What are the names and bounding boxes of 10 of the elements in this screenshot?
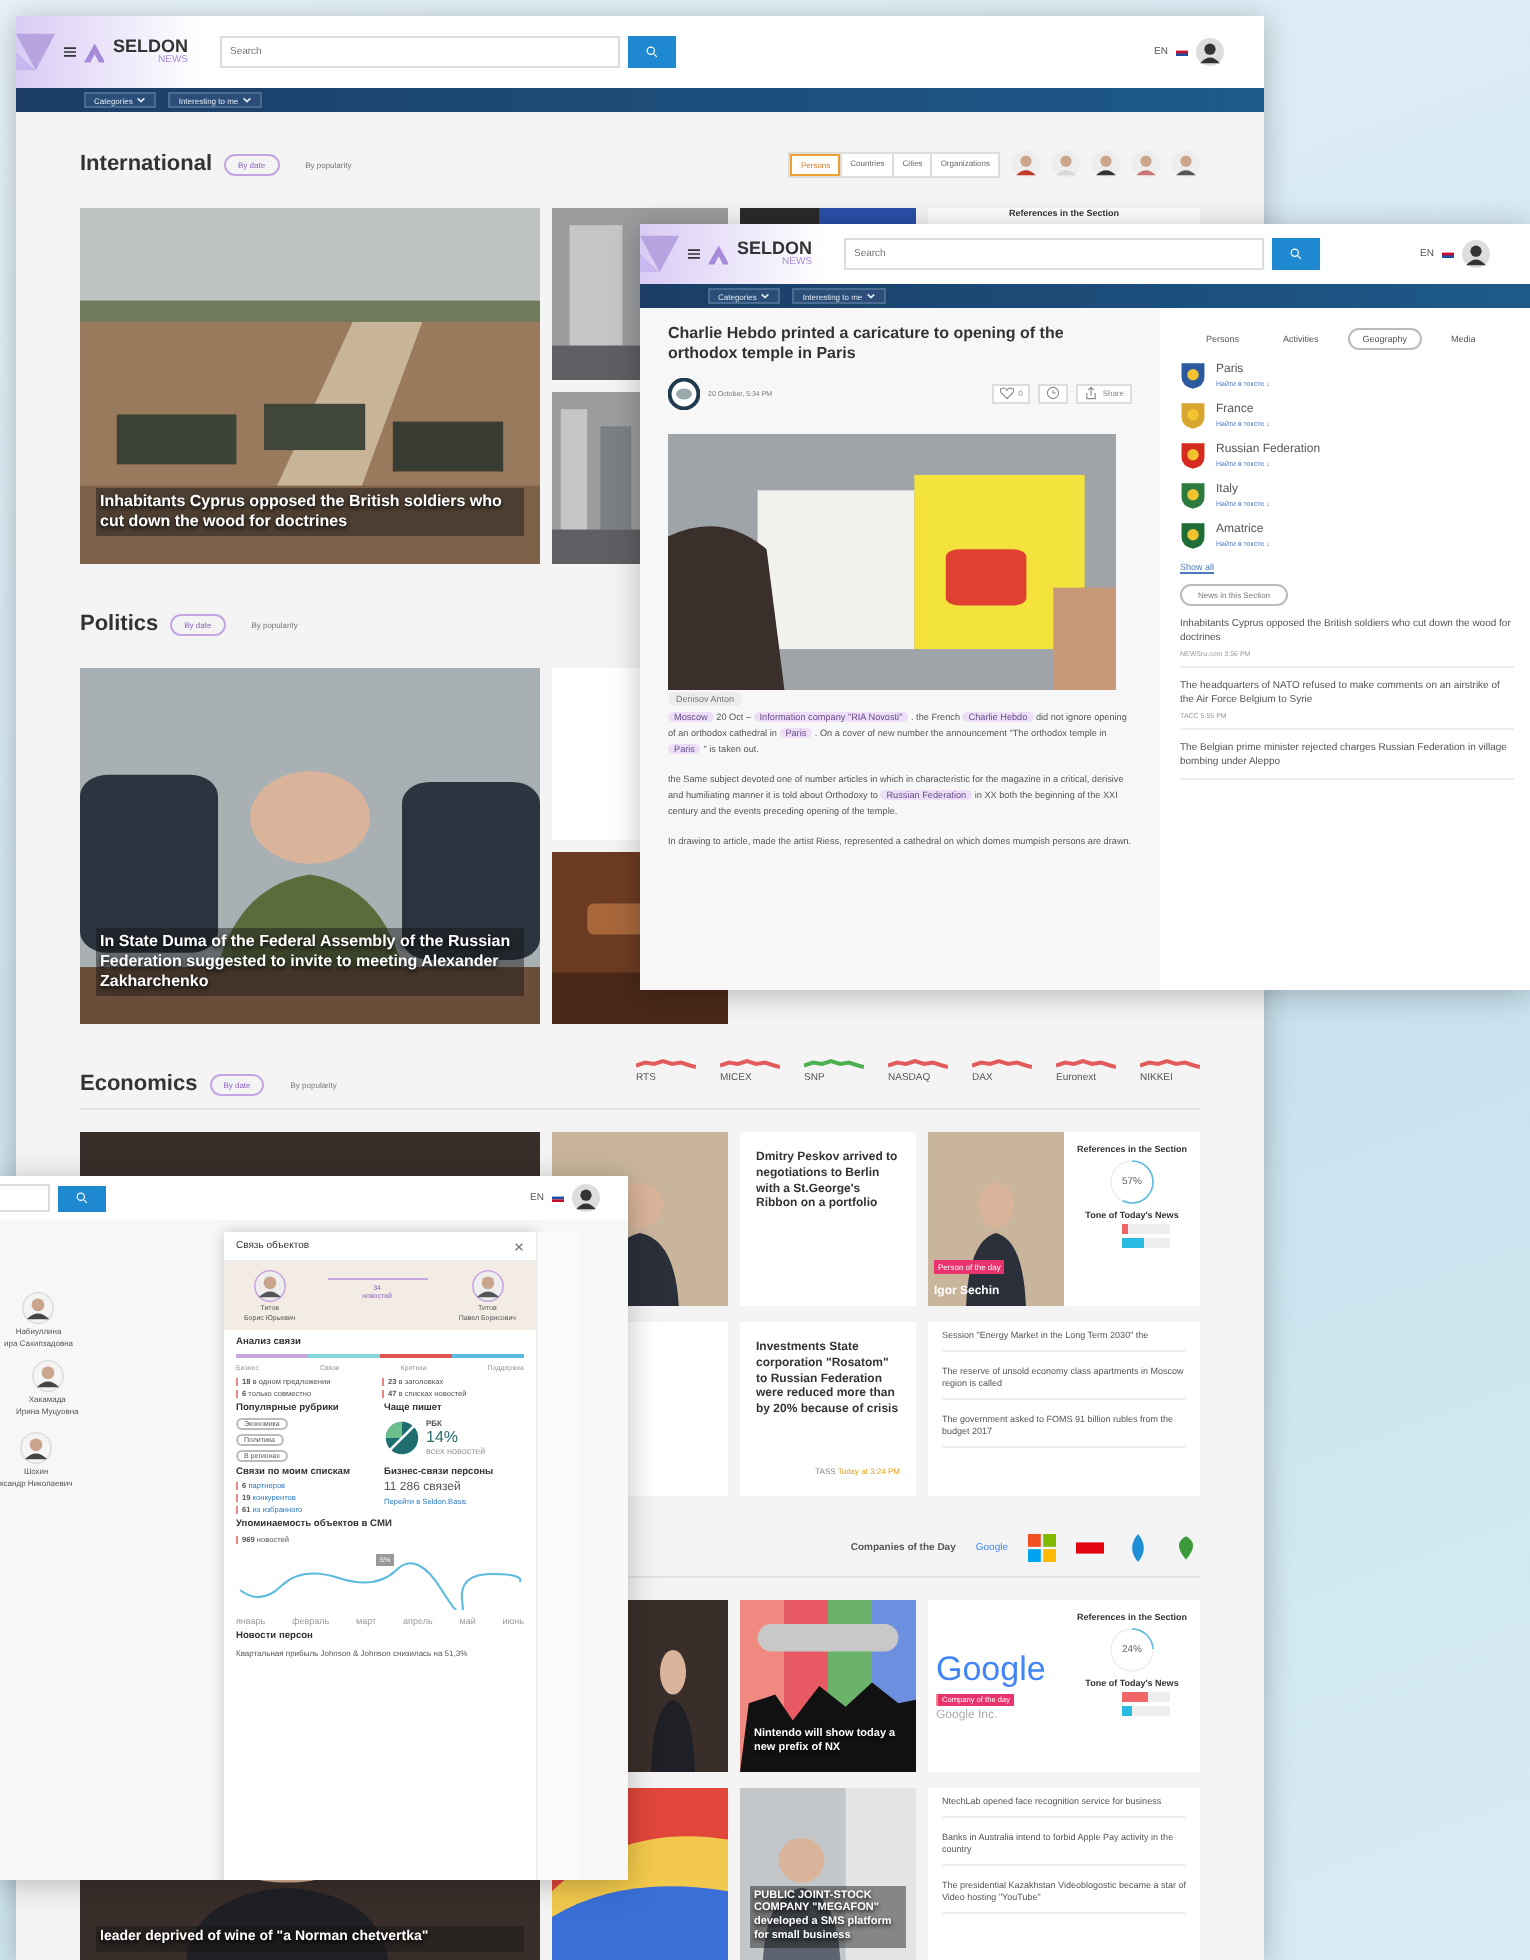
logo-text: SELDON bbox=[736, 240, 812, 258]
article-title: Charlie Hebdo printed a caricature to opening of the orthodox temple in Paris bbox=[668, 324, 1066, 366]
source-share: 14% bbox=[426, 1428, 461, 1446]
section-title: Economics bbox=[80, 1072, 198, 1096]
section-title: International bbox=[80, 152, 213, 176]
headline-link[interactable]: In State Duma of the Federal Assembly of the Russian Federation suggested to invite to meeting Alexander Zakharchenko bbox=[96, 928, 524, 996]
headline-link[interactable]: Inhabitants Cyprus opposed the British soldiers who cut down the wood for doctrines bbox=[96, 488, 524, 536]
section-title: Politics bbox=[80, 612, 159, 636]
logo-text: SELDON bbox=[112, 38, 188, 56]
company-logo: Google bbox=[936, 1650, 1048, 1690]
